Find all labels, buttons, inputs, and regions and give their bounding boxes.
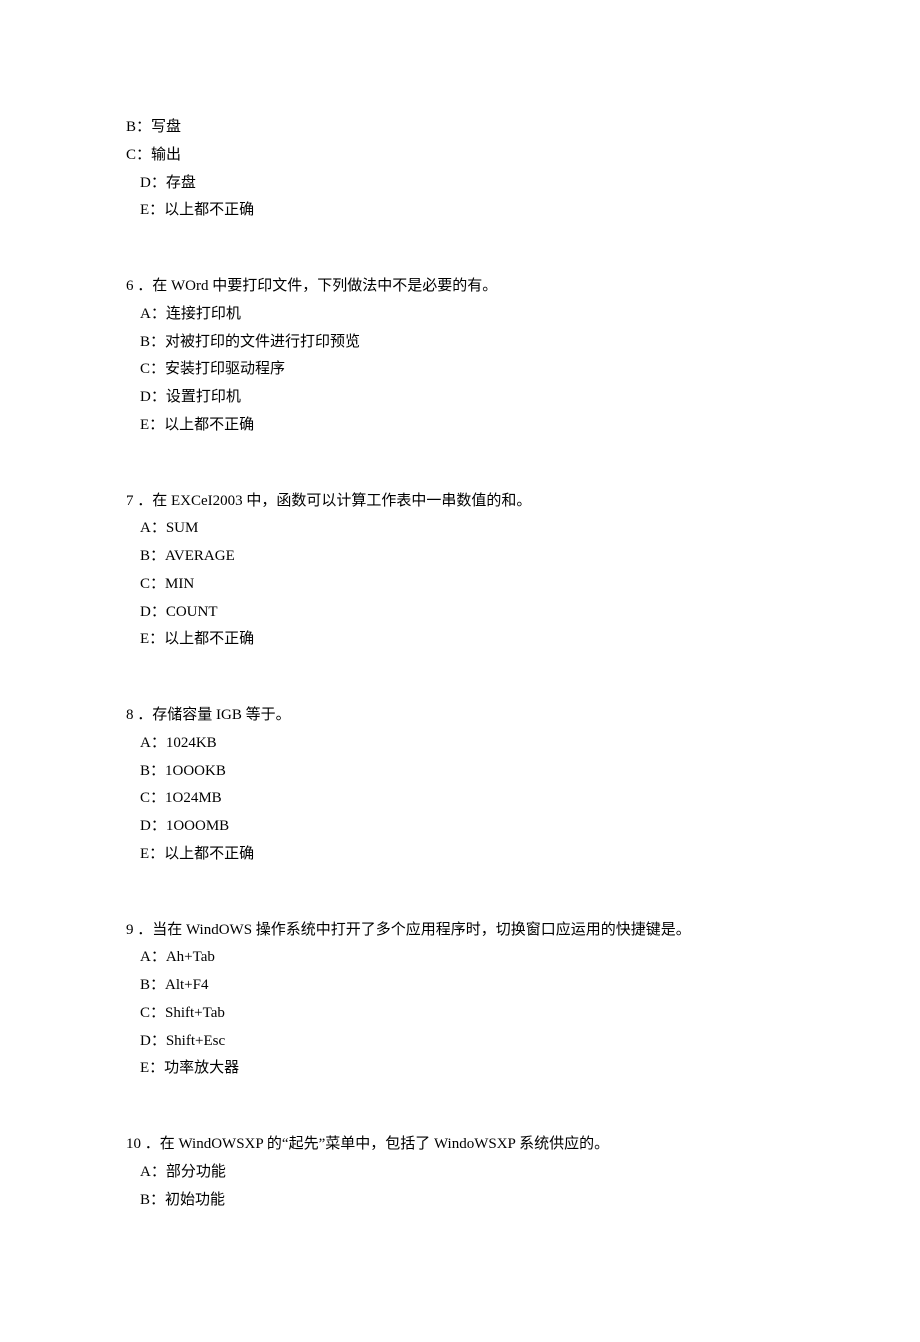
option-text: E：以上都不正确 (126, 626, 810, 654)
option-text: B：对被打印的文件进行打印预览 (126, 329, 810, 357)
option-text: E：功率放大器 (126, 1055, 810, 1083)
document-page: B：写盘 C：输出 D：存盘 E：以上都不正确 6 ．在 WOrd 中要打印文件… (0, 0, 920, 1342)
option-text: A：SUM (126, 515, 810, 543)
option-text: B：AVERAGE (126, 543, 810, 571)
option-text: C：Shift+Tab (126, 1000, 810, 1028)
option-text: C：安装打印驱动程序 (126, 356, 810, 384)
question-text: 7 ．在 EXCeI2003 中，函数可以计算工作表中一串数值的和。 (126, 488, 810, 516)
option-text: B：初始功能 (126, 1187, 810, 1215)
option-text: E：以上都不正确 (126, 412, 810, 440)
option-text: E：以上都不正确 (126, 841, 810, 869)
option-text: B：1OOOKB (126, 758, 810, 786)
option-text: B：写盘 (126, 114, 810, 142)
option-text: D：1OOOMB (126, 813, 810, 841)
option-text: C：1O24MB (126, 785, 810, 813)
option-text: A：1024KB (126, 730, 810, 758)
option-text: D：Shift+Esc (126, 1028, 810, 1056)
option-text: D：存盘 (126, 170, 810, 198)
question-text: 9 ．当在 WindOWS 操作系统中打开了多个应用程序时，切换窗口应运用的快捷… (126, 917, 810, 945)
option-text: D：设置打印机 (126, 384, 810, 412)
question-block: 9 ．当在 WindOWS 操作系统中打开了多个应用程序时，切换窗口应运用的快捷… (126, 917, 810, 1084)
option-text: B：Alt+F4 (126, 972, 810, 1000)
question-block: 7 ．在 EXCeI2003 中，函数可以计算工作表中一串数值的和。 A：SUM… (126, 488, 810, 655)
question-fragment: B：写盘 C：输出 D：存盘 E：以上都不正确 (126, 114, 810, 225)
option-text: E：以上都不正确 (126, 197, 810, 225)
question-text: 8 ．存储容量 IGB 等于。 (126, 702, 810, 730)
option-text: D：COUNT (126, 599, 810, 627)
option-text: A：连接打印机 (126, 301, 810, 329)
question-block: 10 ．在 WindOWSXP 的“起先”菜单中，包括了 WindoWSXP 系… (126, 1131, 810, 1214)
option-text: C：MIN (126, 571, 810, 599)
question-text: 6 ．在 WOrd 中要打印文件，下列做法中不是必要的有。 (126, 273, 810, 301)
question-block: 8 ．存储容量 IGB 等于。 A：1024KB B：1OOOKB C：1O24… (126, 702, 810, 869)
option-text: A：部分功能 (126, 1159, 810, 1187)
option-text: C：输出 (126, 142, 810, 170)
question-text: 10 ．在 WindOWSXP 的“起先”菜单中，包括了 WindoWSXP 系… (126, 1131, 810, 1159)
option-text: A：Ah+Tab (126, 944, 810, 972)
question-block: 6 ．在 WOrd 中要打印文件，下列做法中不是必要的有。 A：连接打印机 B：… (126, 273, 810, 440)
